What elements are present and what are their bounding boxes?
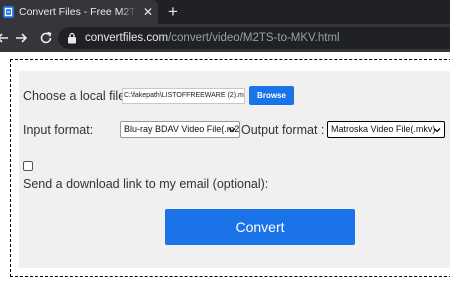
tab-title: Convert Files - Free M2TS to MKV xyxy=(19,6,137,18)
browser-tab[interactable]: Convert Files - Free M2TS to MKV ✕ xyxy=(0,0,158,24)
input-format-label: Input format: xyxy=(23,123,94,137)
favicon xyxy=(3,6,14,18)
lock-icon[interactable] xyxy=(67,32,77,44)
browser-toolbar: convertfiles.com/convert/video/M2TS-to-M… xyxy=(0,24,450,52)
address-bar[interactable]: convertfiles.com/convert/video/M2TS-to-M… xyxy=(58,27,450,49)
conversion-form: Choose a local file: C:\fakepath\LISTOFF… xyxy=(19,71,450,268)
convert-button[interactable]: Convert xyxy=(165,209,355,245)
url-path: /convert/video/M2TS-to-MKV.html xyxy=(168,32,340,44)
file-path-field[interactable]: C:\fakepath\LISTOFFREEWARE (2).m2ts xyxy=(122,88,245,104)
plus-icon[interactable]: + xyxy=(165,2,181,22)
page-content: Choose a local file: C:\fakepath\LISTOFF… xyxy=(0,52,450,285)
output-format-label: Output format : xyxy=(241,123,325,137)
forward-arrow-icon[interactable] xyxy=(13,30,29,46)
output-format-value: Matroska Video File(.mkv) xyxy=(331,124,436,134)
back-arrow-icon[interactable] xyxy=(0,30,11,46)
local-file-label: Choose a local file: xyxy=(23,89,129,103)
email-option-label: Send a download link to my email (option… xyxy=(23,177,269,191)
url-text: convertfiles.com/convert/video/M2TS-to-M… xyxy=(85,31,340,45)
output-format-select[interactable]: Matroska Video File(.mkv) xyxy=(327,121,445,138)
email-checkbox[interactable] xyxy=(23,161,33,171)
close-icon[interactable]: ✕ xyxy=(141,4,155,20)
browse-button[interactable]: Browse xyxy=(249,86,294,105)
chevron-down-icon xyxy=(228,128,236,133)
url-host: convertfiles.com xyxy=(85,32,169,44)
reload-icon[interactable] xyxy=(38,30,54,46)
browser-tab-strip: Convert Files - Free M2TS to MKV ✕ + xyxy=(0,0,450,24)
input-format-select[interactable]: Blu-ray BDAV Video File(.m2ts) xyxy=(120,121,240,138)
chevron-down-icon xyxy=(433,128,441,133)
input-format-value: Blu-ray BDAV Video File(.m2ts) xyxy=(124,124,240,134)
